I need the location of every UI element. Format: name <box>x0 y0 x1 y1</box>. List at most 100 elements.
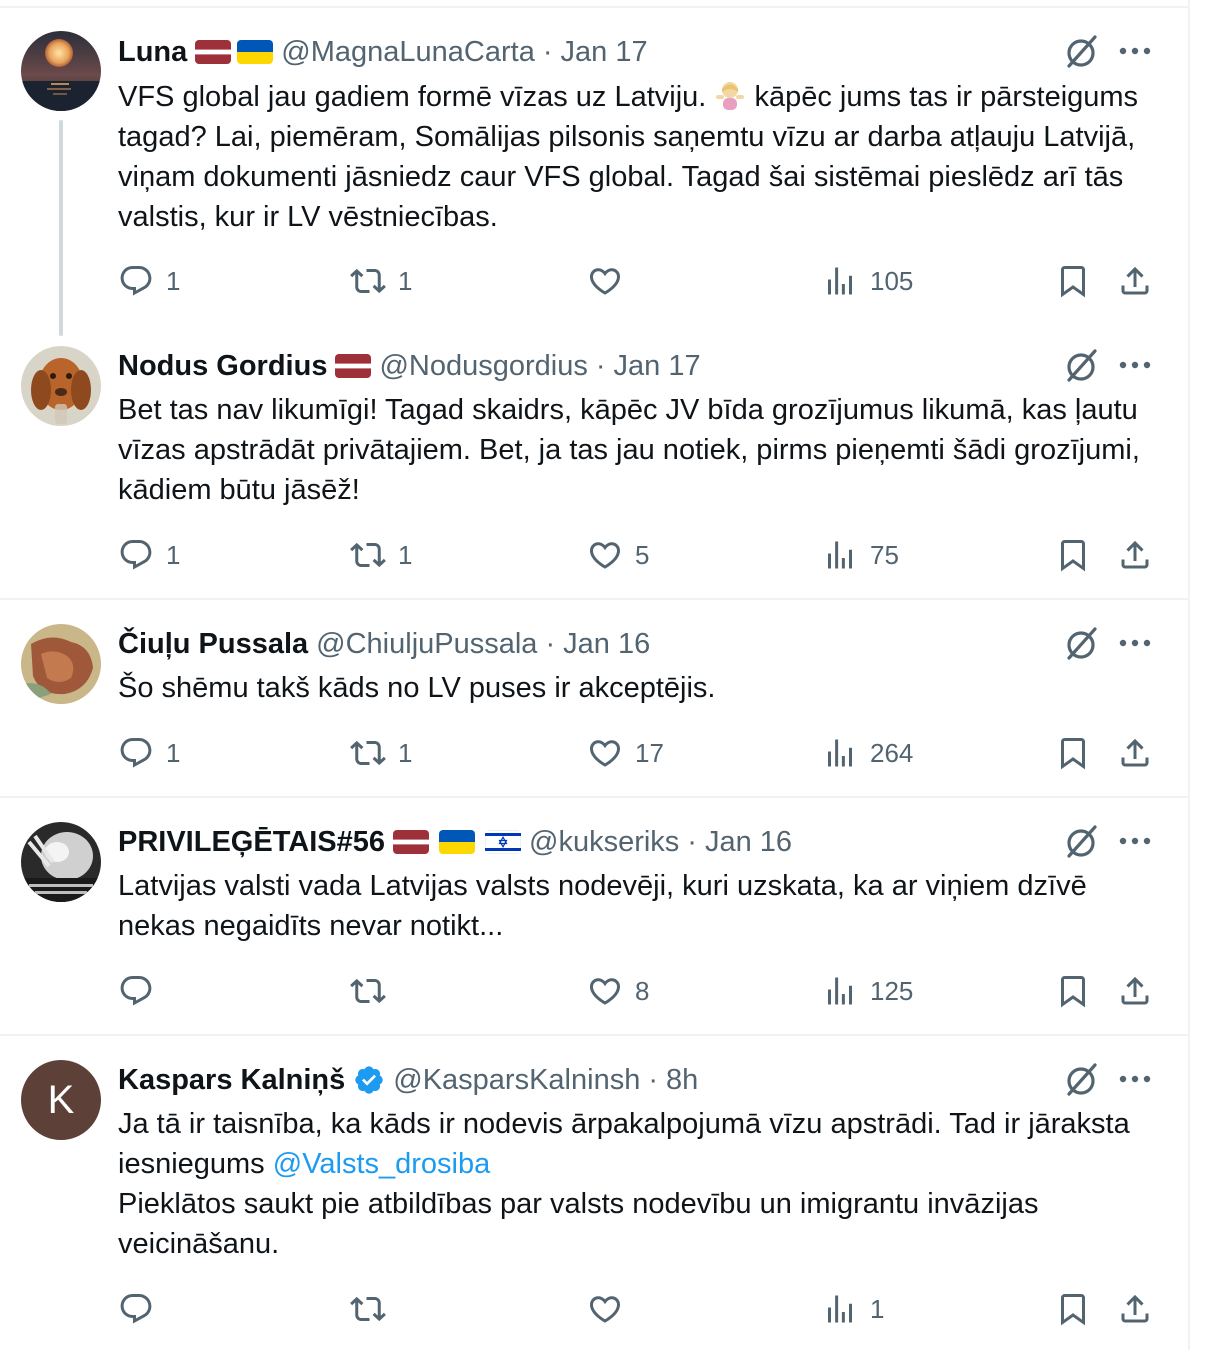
bookmark-button[interactable] <box>1055 733 1091 773</box>
reply-button[interactable]: 1 <box>118 535 180 575</box>
tweet-text: Šo shēmu takš kāds no LV puses ir akcept… <box>118 672 716 704</box>
more-options-icon[interactable] <box>1118 836 1152 846</box>
avatar[interactable] <box>21 624 101 704</box>
bookmark-button[interactable] <box>1055 261 1091 301</box>
action-bar: 8 125 <box>118 971 1158 1011</box>
more-options-icon[interactable] <box>1118 1074 1152 1084</box>
avatar-map-image <box>21 624 101 704</box>
like-button[interactable]: 8 <box>587 971 649 1011</box>
user-handle[interactable]: @kukseriks <box>529 826 679 859</box>
tweet-divider <box>0 598 1188 600</box>
heart-icon <box>587 537 623 573</box>
grok-icon[interactable] <box>1062 347 1100 385</box>
display-name[interactable]: Luna <box>118 36 187 69</box>
like-button[interactable] <box>587 1289 635 1329</box>
repost-button[interactable]: 1 <box>350 535 412 575</box>
reply-bubble-icon <box>118 537 154 573</box>
grok-icon[interactable] <box>1062 1061 1100 1099</box>
timestamp[interactable]: Jan 16 <box>705 826 792 859</box>
tweet-header: Luna @MagnaLunaCarta · Jan 17 <box>118 32 648 72</box>
person-shrugging-emoji-icon <box>716 82 745 110</box>
share-button[interactable] <box>1117 733 1153 773</box>
like-button[interactable]: 17 <box>587 733 664 773</box>
reply-button[interactable] <box>118 1289 166 1329</box>
mention-link[interactable]: @Valsts_drosiba <box>273 1148 491 1180</box>
repost-button[interactable] <box>350 1289 398 1329</box>
avatar-meme-image <box>21 822 101 902</box>
avatar[interactable] <box>21 822 101 902</box>
view-count: 125 <box>870 975 914 1006</box>
reply-button[interactable]: 1 <box>118 261 180 301</box>
separator-dot: · <box>595 349 606 382</box>
timestamp[interactable]: 8h <box>666 1064 698 1097</box>
timestamp[interactable]: Jan 17 <box>561 36 648 69</box>
tweet-header: Nodus Gordius @Nodusgordius · Jan 17 <box>118 346 701 386</box>
reply-count: 1 <box>166 737 181 768</box>
more-options-icon[interactable] <box>1118 46 1152 56</box>
views-button[interactable]: 125 <box>822 971 913 1011</box>
verified-badge-icon[interactable] <box>353 1064 385 1096</box>
bookmark-button[interactable] <box>1055 971 1091 1011</box>
views-button[interactable]: 75 <box>822 535 899 575</box>
user-handle[interactable]: @Nodusgordius <box>379 350 587 383</box>
more-options-icon[interactable] <box>1118 360 1152 370</box>
timestamp[interactable]: Jan 17 <box>614 350 701 383</box>
action-bar: 1 1 105 <box>118 261 1158 301</box>
views-button[interactable]: 264 <box>822 733 913 773</box>
views-button[interactable]: 105 <box>822 261 913 301</box>
share-upload-icon <box>1117 735 1153 771</box>
reply-bubble-icon <box>118 735 154 771</box>
like-button[interactable]: 5 <box>587 535 649 575</box>
tweet-text: Latvijas valsti vada Latvijas valsts nod… <box>118 870 1087 942</box>
separator-dot: · <box>545 627 556 660</box>
user-handle[interactable]: @ChiuljuPussala <box>316 628 537 661</box>
action-bar: 1 <box>118 1289 1158 1329</box>
view-count: 75 <box>870 539 899 570</box>
repost-count: 1 <box>398 539 413 570</box>
avatar[interactable] <box>21 31 101 111</box>
user-handle[interactable]: @KasparsKalninsh <box>393 1064 640 1097</box>
display-name[interactable]: Čiuļu Pussala <box>118 628 308 661</box>
timestamp[interactable]: Jan 16 <box>563 628 650 661</box>
like-count: 8 <box>635 975 650 1006</box>
repost-count: 1 <box>398 737 413 768</box>
bookmark-icon <box>1055 1291 1091 1327</box>
share-button[interactable] <box>1117 535 1153 575</box>
display-name[interactable]: Kaspars Kalniņš <box>118 1064 345 1097</box>
tweet-text-part: Ja tā ir taisnība, ka kāds ir nodevis ār… <box>118 1108 1130 1180</box>
like-count: 5 <box>635 539 650 570</box>
tweet-divider <box>0 796 1188 798</box>
separator-dot: · <box>648 1063 659 1096</box>
avatar[interactable] <box>21 346 101 426</box>
grok-icon[interactable] <box>1062 823 1100 861</box>
reply-button[interactable] <box>118 971 166 1011</box>
reply-count: 1 <box>166 539 181 570</box>
repost-button[interactable]: 1 <box>350 733 412 773</box>
action-bar: 1 1 17 264 <box>118 733 1158 773</box>
repost-button[interactable] <box>350 971 398 1011</box>
share-button[interactable] <box>1117 261 1153 301</box>
views-button[interactable]: 1 <box>822 1289 884 1329</box>
share-button[interactable] <box>1117 971 1153 1011</box>
display-name[interactable]: Nodus Gordius <box>118 350 327 383</box>
bookmark-icon <box>1055 735 1091 771</box>
repost-arrows-icon <box>350 735 386 771</box>
user-handle[interactable]: @MagnaLunaCarta <box>281 36 535 69</box>
heart-icon <box>587 735 623 771</box>
latvia-flag-icon <box>393 830 429 854</box>
grok-icon[interactable] <box>1062 33 1100 71</box>
bookmark-button[interactable] <box>1055 535 1091 575</box>
more-options-icon[interactable] <box>1118 638 1152 648</box>
repost-button[interactable]: 1 <box>350 261 412 301</box>
like-button[interactable] <box>587 261 635 301</box>
bookmark-button[interactable] <box>1055 1289 1091 1329</box>
grok-icon[interactable] <box>1062 625 1100 663</box>
tweet-divider <box>0 1034 1188 1036</box>
top-divider <box>0 6 1188 8</box>
display-name[interactable]: PRIVILEĢĒTAIS#56 <box>118 826 385 859</box>
avatar[interactable]: K <box>21 1060 101 1140</box>
reply-button[interactable]: 1 <box>118 733 180 773</box>
tweet-text: Bet tas nav likumīgi! Tagad skaidrs, kāp… <box>118 394 1140 506</box>
reply-bubble-icon <box>118 1291 154 1327</box>
share-button[interactable] <box>1117 1289 1153 1329</box>
